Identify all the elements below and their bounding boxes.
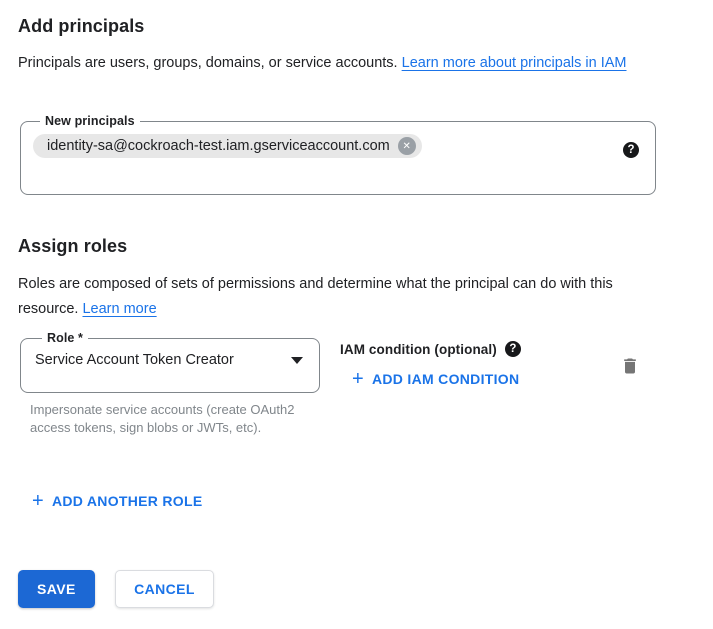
add-another-role-button[interactable]: + ADD ANOTHER ROLE (26, 489, 209, 513)
trash-icon (620, 355, 640, 377)
assign-roles-title: Assign roles (18, 236, 127, 257)
add-iam-condition-label: ADD IAM CONDITION (372, 371, 519, 387)
new-principals-label: New principals (40, 114, 140, 128)
principal-chip-label: identity-sa@cockroach-test.iam.gservicea… (47, 138, 390, 154)
iam-condition-label: IAM condition (optional) (340, 342, 497, 357)
add-another-role-label: ADD ANOTHER ROLE (52, 493, 203, 509)
role-selected-value: Service Account Token Creator (35, 352, 234, 368)
chip-close-icon[interactable]: ✕ (398, 137, 416, 155)
dropdown-arrow-icon (291, 357, 303, 364)
cancel-button[interactable]: CANCEL (115, 570, 214, 608)
add-principals-title: Add principals (18, 16, 144, 37)
add-principals-panel: Add principals Principals are users, gro… (0, 0, 713, 629)
new-principals-help-icon[interactable]: ? (623, 142, 639, 158)
iam-condition-section: IAM condition (optional) ? (340, 341, 521, 357)
new-principals-field[interactable]: New principals identity-sa@cockroach-tes… (20, 114, 656, 195)
learn-more-roles-link[interactable]: Learn more (82, 301, 156, 317)
footer-actions: SAVE CANCEL (18, 570, 214, 608)
delete-role-button[interactable] (616, 351, 644, 381)
assign-roles-description: Roles are composed of sets of permission… (18, 272, 670, 322)
iam-condition-help-icon[interactable]: ? (505, 341, 521, 357)
role-select[interactable]: Role * Service Account Token Creator (20, 331, 320, 393)
principal-chip[interactable]: identity-sa@cockroach-test.iam.gservicea… (33, 134, 422, 158)
role-label: Role * (42, 331, 88, 345)
save-button[interactable]: SAVE (18, 570, 95, 608)
role-helper-text: Impersonate service accounts (create OAu… (30, 401, 322, 436)
plus-icon: + (352, 371, 364, 387)
add-principals-description: Principals are users, groups, domains, o… (18, 51, 670, 76)
learn-more-principals-link[interactable]: Learn more about principals in IAM (402, 55, 627, 71)
add-iam-condition-button[interactable]: + ADD IAM CONDITION (346, 367, 525, 391)
add-principals-description-text: Principals are users, groups, domains, o… (18, 55, 402, 71)
plus-icon: + (32, 493, 44, 509)
